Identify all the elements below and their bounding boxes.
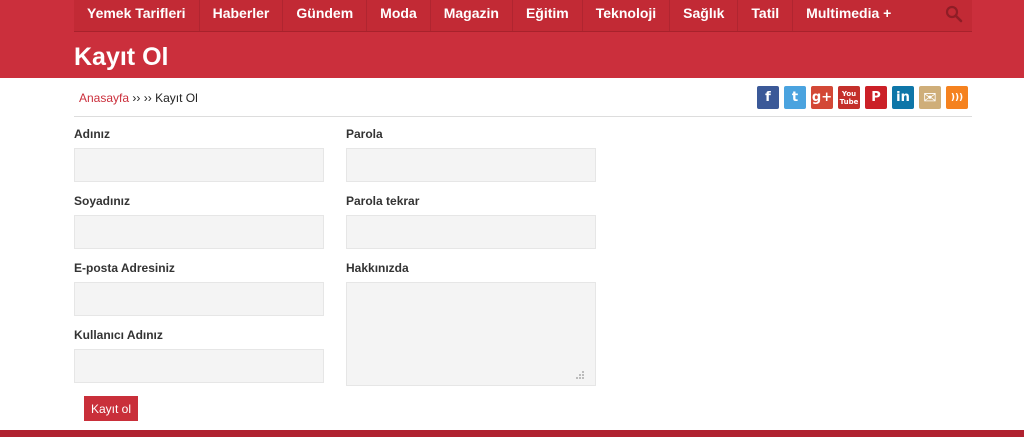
page-title: Kayıt Ol <box>74 43 169 71</box>
nav-item-tatil[interactable]: Tatil <box>738 0 794 31</box>
first-name-label: Adınız <box>74 127 110 141</box>
password-repeat-input[interactable] <box>346 215 596 249</box>
about-label: Hakkınızda <box>346 261 409 275</box>
email-icon[interactable]: ✉ <box>919 86 941 109</box>
rss-icon[interactable]: ))) <box>946 86 968 109</box>
social-icons: f t g+ You Tube Pin ✉))) <box>757 86 973 109</box>
linkedin-icon[interactable]: in <box>892 86 914 109</box>
main-nav: Yemek Tarifleri Haberler Gündem Moda Mag… <box>74 0 972 32</box>
nav-item-yemek-tarifleri[interactable]: Yemek Tarifleri <box>74 0 200 31</box>
password-input[interactable] <box>346 148 596 182</box>
facebook-icon[interactable]: f <box>757 86 779 109</box>
last-name-input[interactable] <box>74 215 324 249</box>
search-icon[interactable] <box>944 4 964 24</box>
nav-item-gundem[interactable]: Gündem <box>283 0 368 31</box>
footer-bar <box>0 430 1024 437</box>
email-label: E-posta Adresiniz <box>74 261 175 275</box>
site-header: Yemek Tarifleri Haberler Gündem Moda Mag… <box>0 0 1024 78</box>
resize-grip-icon[interactable] <box>575 367 585 379</box>
breadcrumb-home-link[interactable]: Anasayfa <box>79 91 129 105</box>
nav-item-multimedia[interactable]: Multimedia + <box>793 0 904 31</box>
nav-item-magazin[interactable]: Magazin <box>431 0 513 31</box>
pinterest-icon[interactable]: P <box>865 86 887 109</box>
breadcrumb: Anasayfa ›› ›› Kayıt Ol <box>79 91 198 105</box>
divider <box>74 116 972 117</box>
password-repeat-label: Parola tekrar <box>346 194 420 208</box>
youtube-icon[interactable]: You Tube <box>838 86 860 109</box>
username-label: Kullanıcı Adınız <box>74 328 163 342</box>
google-plus-icon[interactable]: g+ <box>811 86 833 109</box>
username-input[interactable] <box>74 349 324 383</box>
nav-item-teknoloji[interactable]: Teknoloji <box>583 0 671 31</box>
email-input[interactable] <box>74 282 324 316</box>
nav-item-egitim[interactable]: Eğitim <box>513 0 583 31</box>
twitter-icon[interactable]: t <box>784 86 806 109</box>
breadcrumb-separator: ›› ›› <box>132 91 152 105</box>
nav-item-moda[interactable]: Moda <box>367 0 431 31</box>
nav-item-saglik[interactable]: Sağlık <box>670 0 739 31</box>
password-label: Parola <box>346 127 383 141</box>
first-name-input[interactable] <box>74 148 324 182</box>
about-textarea[interactable] <box>346 282 596 386</box>
register-button[interactable]: Kayıt ol <box>84 396 138 421</box>
last-name-label: Soyadınız <box>74 194 131 208</box>
nav-item-haberler[interactable]: Haberler <box>200 0 284 31</box>
breadcrumb-current: Kayıt Ol <box>155 91 198 105</box>
